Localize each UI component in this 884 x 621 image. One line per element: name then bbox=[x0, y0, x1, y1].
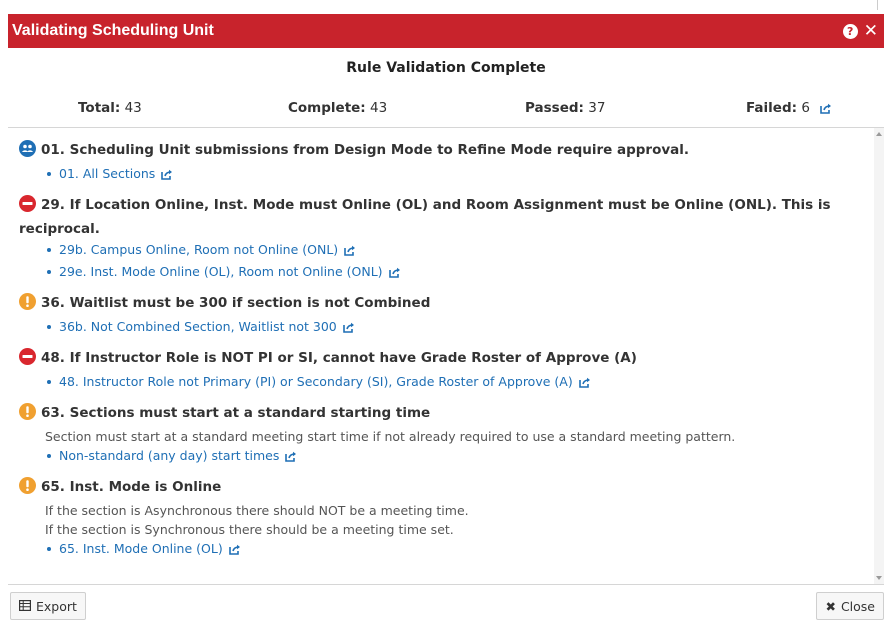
rule-title: 36. Waitlist must be 300 if section is n… bbox=[19, 293, 864, 317]
rule-item: 65. Inst. Mode is Online If the section i… bbox=[19, 477, 864, 561]
external-link-icon[interactable] bbox=[578, 374, 591, 394]
dialog-titlebar: Validating Scheduling Unit ? ✕ bbox=[8, 14, 884, 48]
rules-scroll-area[interactable]: 01. Scheduling Unit submissions from Des… bbox=[8, 127, 884, 585]
rule-section-link[interactable]: 01. All Sections bbox=[59, 166, 155, 181]
exclamation-icon bbox=[19, 477, 36, 501]
table-icon bbox=[19, 599, 32, 614]
close-x-icon[interactable]: ✕ bbox=[864, 22, 878, 40]
rule-section-link[interactable]: 65. Inst. Mode Online (OL) bbox=[59, 541, 223, 556]
rules-list: 01. Scheduling Unit submissions from Des… bbox=[8, 128, 884, 561]
external-link-icon[interactable] bbox=[388, 264, 401, 284]
rule-section-list: 01. All Sections bbox=[19, 164, 864, 186]
no-entry-icon bbox=[19, 348, 36, 372]
rule-title: 29. If Location Online, Inst. Mode must … bbox=[19, 195, 831, 237]
rule-section-link[interactable]: 36b. Not Combined Section, Waitlist not … bbox=[59, 319, 337, 334]
external-link-icon[interactable] bbox=[228, 541, 241, 561]
scroll-up-icon[interactable] bbox=[876, 132, 882, 136]
scroll-down-icon[interactable] bbox=[876, 576, 882, 580]
dialog-title: Validating Scheduling Unit bbox=[12, 22, 214, 39]
exclamation-icon bbox=[19, 293, 36, 317]
no-entry-icon bbox=[19, 195, 36, 219]
stat-failed: Failed: 6 bbox=[746, 100, 832, 118]
rule-section-link[interactable]: 48. Instructor Role not Primary (PI) or … bbox=[59, 374, 573, 389]
external-link-icon[interactable] bbox=[342, 319, 355, 339]
rule-section-item: 01. All Sections bbox=[47, 164, 864, 186]
close-button[interactable]: ✖ Close bbox=[816, 592, 884, 620]
rule-title: 65. Inst. Mode is Online bbox=[19, 477, 864, 501]
stat-total: Total: 43 bbox=[78, 100, 142, 116]
rule-section-list: 29b. Campus Online, Room not Online (ONL… bbox=[19, 240, 864, 284]
help-icon[interactable]: ? bbox=[842, 23, 858, 39]
validation-dialog: Validating Scheduling Unit ? ✕ Rule Vali… bbox=[0, 0, 884, 621]
stats-bar: Total: 43 Complete: 43 Passed: 37 Failed… bbox=[8, 100, 884, 120]
rule-item: 63. Sections must start at a standard st… bbox=[19, 403, 864, 468]
rule-section-item: 29e. Inst. Mode Online (OL), Room not On… bbox=[47, 262, 864, 284]
rule-section-list: Non-standard (any day) start times bbox=[19, 446, 864, 468]
rule-section-link[interactable]: Non-standard (any day) start times bbox=[59, 448, 279, 463]
rule-title: 48. If Instructor Role is NOT PI or SI, … bbox=[19, 348, 864, 372]
stat-complete: Complete: 43 bbox=[288, 100, 388, 116]
rule-section-list: 48. Instructor Role not Primary (PI) or … bbox=[19, 372, 864, 394]
rule-item: 36. Waitlist must be 300 if section is n… bbox=[19, 293, 864, 339]
external-link-icon[interactable] bbox=[820, 102, 832, 118]
rule-description: If the section is Asynchronous there sho… bbox=[45, 503, 469, 518]
external-link-icon[interactable] bbox=[161, 166, 173, 186]
rule-section-item: 65. Inst. Mode Online (OL) bbox=[47, 539, 864, 561]
export-button[interactable]: Export bbox=[10, 592, 86, 620]
rule-section-item: 36b. Not Combined Section, Waitlist not … bbox=[47, 317, 864, 339]
dialog-footer: Export ✖ Close bbox=[8, 592, 884, 621]
rule-item: 48. If Instructor Role is NOT PI or SI, … bbox=[19, 348, 864, 394]
exclamation-icon bbox=[19, 403, 36, 427]
rule-section-link[interactable]: 29e. Inst. Mode Online (OL), Room not On… bbox=[59, 264, 383, 279]
external-link-icon[interactable] bbox=[285, 448, 297, 468]
rule-section-list: 65. Inst. Mode Online (OL) bbox=[19, 539, 864, 561]
rule-section-item: 48. Instructor Role not Primary (PI) or … bbox=[47, 372, 864, 394]
rule-description: If the section is Synchronous there shou… bbox=[45, 522, 454, 537]
rule-title: 63. Sections must start at a standard st… bbox=[19, 403, 864, 427]
rule-title: 01. Scheduling Unit submissions from Des… bbox=[19, 140, 864, 164]
status-heading: Rule Validation Complete bbox=[346, 60, 546, 76]
rule-item: 29. If Location Online, Inst. Mode must … bbox=[19, 195, 864, 284]
users-icon bbox=[19, 140, 36, 164]
rule-section-item: Non-standard (any day) start times bbox=[47, 446, 864, 468]
rule-section-list: 36b. Not Combined Section, Waitlist not … bbox=[19, 317, 864, 339]
rule-description: Section must start at a standard meeting… bbox=[45, 429, 736, 444]
stat-passed: Passed: 37 bbox=[525, 100, 606, 116]
external-link-icon[interactable] bbox=[344, 242, 356, 262]
rule-section-item: 29b. Campus Online, Room not Online (ONL… bbox=[47, 240, 864, 262]
close-icon: ✖ bbox=[825, 598, 836, 614]
rule-section-link[interactable]: 29b. Campus Online, Room not Online (ONL… bbox=[59, 242, 338, 257]
scrollbar[interactable] bbox=[874, 128, 884, 584]
rule-item: 01. Scheduling Unit submissions from Des… bbox=[19, 140, 864, 186]
